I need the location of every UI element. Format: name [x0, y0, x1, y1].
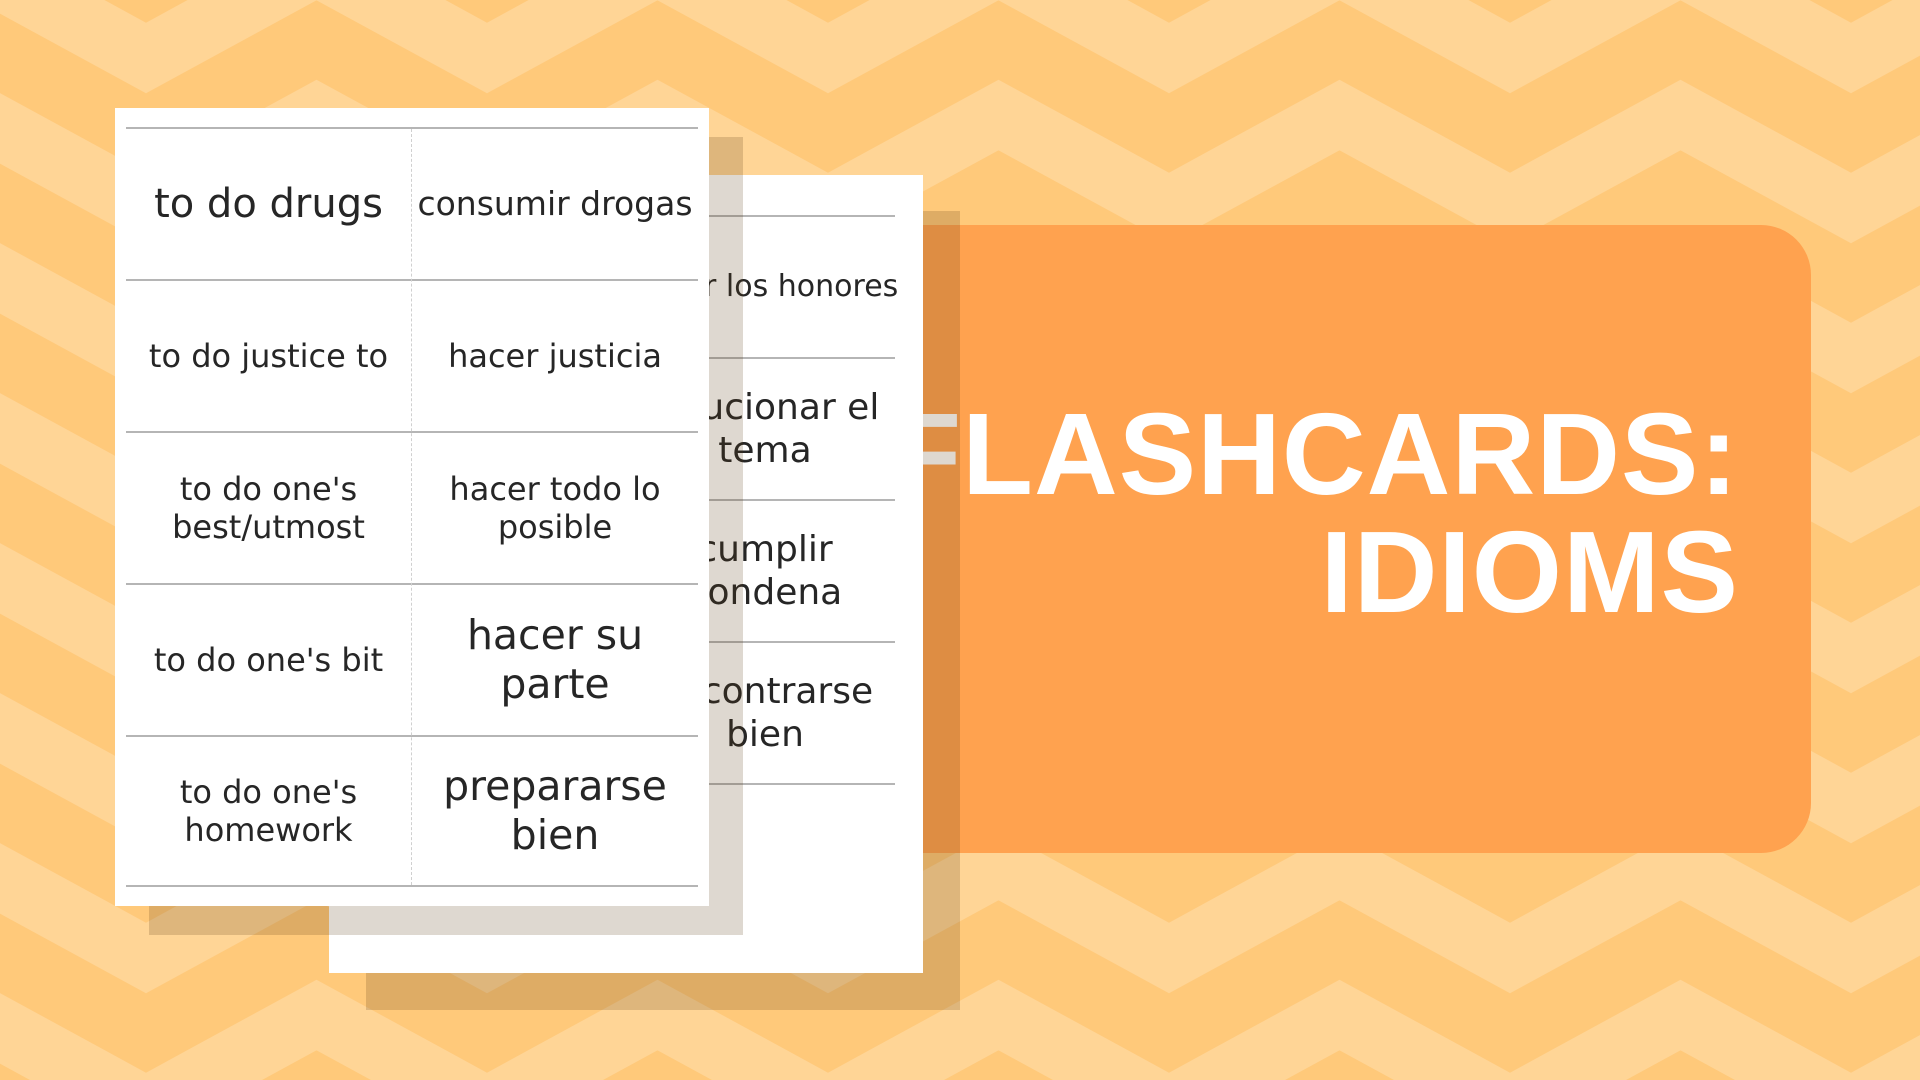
english-idiom: to do drugs: [154, 181, 383, 227]
spanish-translation: hacer todo lo posible: [449, 469, 661, 546]
spanish-translation: prepararse bien: [443, 761, 667, 859]
spanish-translation: consumir drogas: [417, 184, 693, 224]
english-idiom: to do one's bit: [153, 640, 384, 679]
english-idiom: to do justice to: [148, 336, 389, 375]
english-idiom: to do one's best/utmost: [172, 469, 365, 546]
front-flashcard-sheet: to do drugs consumir drogas to do justic…: [115, 108, 709, 906]
english-idiom: to do one's homework: [179, 772, 358, 849]
title-line-2: IDIOMS: [1320, 507, 1739, 637]
page-title: FLASHCARDS: IDIOMS: [890, 395, 1739, 631]
row-divider: [126, 885, 698, 887]
title-line-1: FLASHCARDS:: [890, 389, 1739, 519]
spanish-translation: hacer su parte: [466, 610, 644, 708]
spanish-translation: hacer justicia: [448, 336, 662, 375]
